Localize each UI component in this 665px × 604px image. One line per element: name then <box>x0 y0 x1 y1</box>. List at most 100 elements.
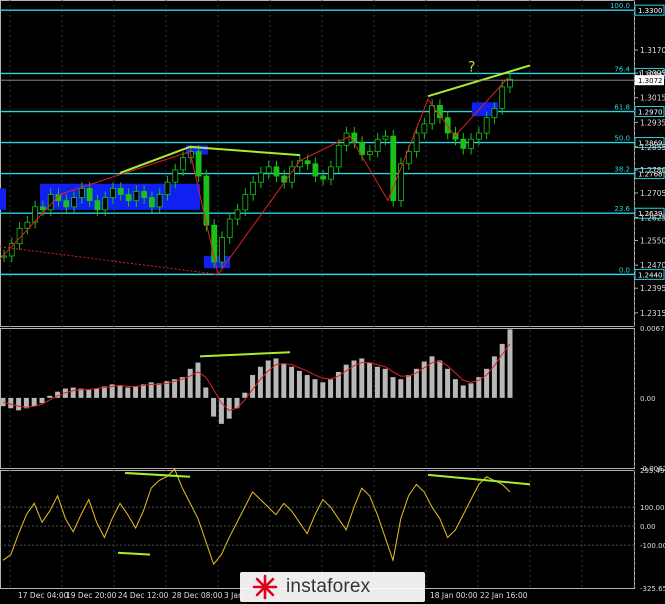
candle-body <box>219 237 225 263</box>
candle-body <box>374 138 381 152</box>
y-tick-label: 1.2625 <box>640 214 665 223</box>
macd-panel: 0.006730.00-0.00675 <box>0 325 665 473</box>
macd-bar <box>398 379 404 398</box>
macd-bar <box>211 397 217 417</box>
candle-body <box>429 104 436 125</box>
candle-body <box>320 175 327 180</box>
divergence-line <box>199 351 291 358</box>
current-price-label: 1.3072 <box>638 77 663 85</box>
macd-bar <box>452 379 458 398</box>
candle-body <box>102 197 109 211</box>
macd-bar <box>16 397 22 411</box>
macd-bar <box>218 397 224 424</box>
candle-body <box>242 194 249 211</box>
candle-body <box>491 108 498 119</box>
macd-bar <box>125 387 131 398</box>
y-tick-label: -325.6530 <box>640 585 665 593</box>
macd-bar <box>328 379 334 398</box>
candle-body <box>78 187 85 198</box>
macd-bar <box>31 397 37 407</box>
annotation-question: ? <box>468 60 475 76</box>
y-tick-label: -100.00 <box>640 542 665 550</box>
candle-body <box>328 166 334 180</box>
macd-bar <box>374 366 380 398</box>
candle-body <box>483 117 490 134</box>
cci-line <box>2 468 511 566</box>
fib-level-label: 38.2 <box>614 166 630 174</box>
macd-bar <box>312 379 318 398</box>
candle-body <box>304 160 311 165</box>
date-label: 28 Dec 08:00 <box>172 591 223 600</box>
macd-bar <box>437 360 443 398</box>
macd-bar <box>203 387 209 398</box>
candle-body <box>398 163 404 202</box>
y-tick-label: 1.2395 <box>640 284 665 293</box>
candle-body <box>63 200 70 208</box>
date-label: 17 Dec 04:00 <box>18 591 69 600</box>
candle-body <box>250 181 257 195</box>
macd-bar <box>265 360 271 398</box>
date-label: 19 Dec 20:00 <box>66 591 117 600</box>
macd-bar <box>281 363 287 398</box>
macd-bar <box>39 397 45 404</box>
price-axis: 1.31701.30951.30151.29351.28551.27801.27… <box>0 46 665 318</box>
date-label: 18 Jan 00:00 <box>430 591 478 600</box>
divergence-line <box>117 551 151 556</box>
y-tick-label: 1.2935 <box>640 118 665 127</box>
candle-body <box>226 218 233 238</box>
candle-body <box>335 144 342 168</box>
candle-body <box>234 209 241 220</box>
macd-bar <box>156 383 162 398</box>
macd-bar <box>133 386 139 398</box>
macd-bar <box>390 377 396 398</box>
macd-bar <box>140 384 146 398</box>
candle-body <box>312 163 319 177</box>
divergence-line <box>119 145 191 174</box>
y-tick-label: 1.2705 <box>640 189 665 198</box>
candle-body <box>141 191 148 198</box>
candle-body <box>125 194 132 202</box>
candle-body <box>164 181 171 195</box>
macd-bar <box>117 385 123 398</box>
date-label: 22 Jan 16:00 <box>480 591 528 600</box>
y-tick-label: 1.3170 <box>640 46 665 55</box>
fib-price-label: 1.3300 <box>638 7 663 15</box>
candle-body <box>110 187 116 198</box>
y-tick-label: 0.00 <box>640 395 656 403</box>
macd-bar <box>406 375 412 398</box>
resistance-zone <box>0 188 6 210</box>
y-tick-label: 295.4989 <box>640 467 665 475</box>
macd-bar <box>460 385 466 398</box>
candle-body <box>273 166 280 177</box>
date-label: 24 Dec 12:00 <box>118 591 169 600</box>
macd-bar <box>289 366 295 398</box>
candle-body <box>180 157 186 171</box>
watermark: instaforex <box>240 572 425 602</box>
y-tick-label: 1.2855 <box>640 143 665 152</box>
macd-bar <box>179 377 185 398</box>
candle-body <box>8 243 15 257</box>
panel-frame <box>0 328 635 469</box>
macd-bar <box>382 368 388 398</box>
candle-body <box>413 132 420 152</box>
divergence-line <box>427 64 531 98</box>
macd-bar <box>8 397 14 409</box>
y-tick-label: 0.00 <box>640 523 656 531</box>
fib-level-label: 23.6 <box>614 205 630 213</box>
macd-bar <box>367 362 373 398</box>
macd-bar <box>296 370 302 398</box>
candle-body <box>366 151 373 155</box>
instaforex-logo-icon <box>252 574 278 600</box>
y-tick-label: 100.00 <box>640 504 665 512</box>
fib-level-label: 0.0 <box>619 266 630 274</box>
fib-level-label: 61.8 <box>614 104 630 112</box>
fib-price-label: 1.2440 <box>638 271 663 279</box>
y-tick-label: 1.3015 <box>640 94 665 103</box>
trend-dashed-line <box>0 246 219 275</box>
macd-bar <box>507 329 513 398</box>
macd-bar <box>86 389 92 398</box>
macd-bar <box>359 358 365 398</box>
macd-bar <box>195 362 201 398</box>
candle-body <box>421 123 428 134</box>
y-tick-label: 1.2780 <box>640 166 665 175</box>
